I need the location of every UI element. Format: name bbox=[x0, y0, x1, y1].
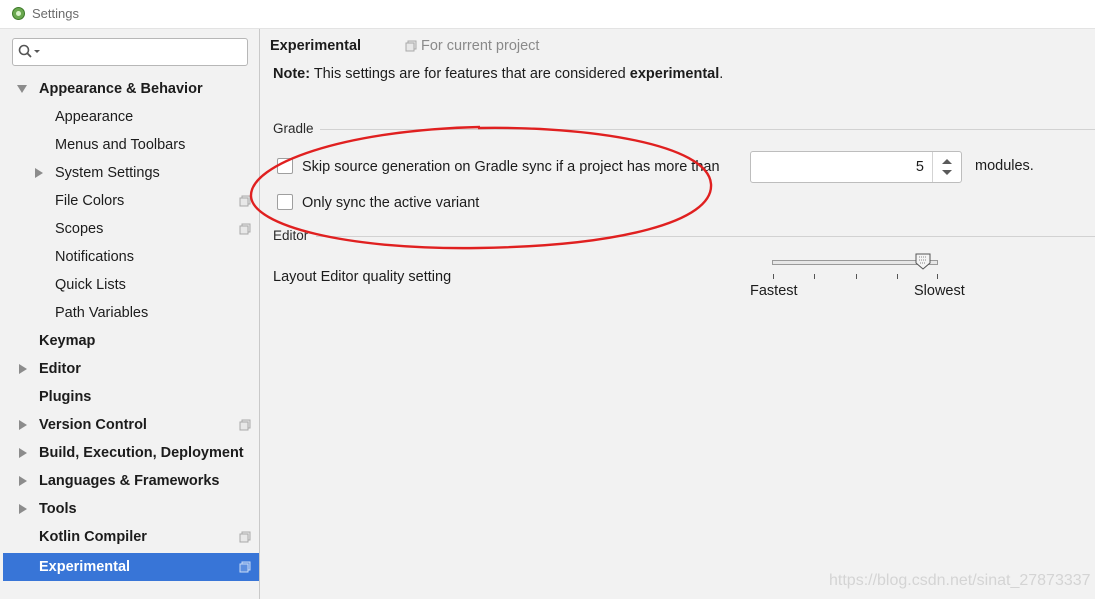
layout-editor-quality-label: Layout Editor quality setting bbox=[273, 269, 452, 285]
collapsed-arrow-icon bbox=[19, 420, 27, 430]
section-divider bbox=[320, 129, 1095, 130]
modules-count-stepper[interactable]: 5 bbox=[750, 151, 962, 183]
gradle-section-title: Gradle bbox=[273, 121, 314, 136]
note-body: This settings are for features that are … bbox=[310, 66, 630, 82]
modules-suffix-label: modules. bbox=[975, 158, 1034, 174]
modules-count-value: 5 bbox=[915, 159, 924, 175]
project-scope-icon bbox=[405, 40, 417, 52]
slider-max-label: Slowest bbox=[914, 283, 965, 299]
collapsed-arrow-icon bbox=[35, 168, 43, 178]
stepper-buttons[interactable] bbox=[932, 152, 961, 182]
sidebar-item-label: Appearance & Behavior bbox=[39, 81, 203, 97]
search-input[interactable] bbox=[12, 38, 248, 66]
sidebar-item-file-colors[interactable]: File Colors bbox=[3, 187, 259, 215]
slider-tick bbox=[937, 274, 938, 279]
only-sync-active-variant-checkbox[interactable] bbox=[277, 194, 293, 210]
slider-tick bbox=[856, 274, 857, 279]
sidebar-item-menus-toolbars[interactable]: Menus and Toolbars bbox=[3, 131, 259, 159]
page-title: Experimental bbox=[270, 38, 362, 54]
sidebar-item-scopes[interactable]: Scopes bbox=[3, 215, 259, 243]
sidebar-item-label: Appearance bbox=[55, 109, 134, 125]
note-suffix: . bbox=[719, 66, 724, 82]
sidebar-item-appearance[interactable]: Appearance bbox=[3, 103, 259, 131]
window-title: Settings bbox=[32, 6, 79, 21]
slider-min-label: Fastest bbox=[750, 283, 798, 299]
project-scope-icon bbox=[239, 561, 251, 573]
watermark: https://blog.csdn.net/sinat_27873337 bbox=[829, 572, 1091, 589]
sidebar-item-path-variables[interactable]: Path Variables bbox=[3, 299, 259, 327]
sidebar-item-build-execution-deployment[interactable]: Build, Execution, Deployment bbox=[3, 439, 259, 467]
sidebar-item-label: Scopes bbox=[55, 221, 104, 237]
project-scope-icon bbox=[239, 223, 251, 235]
only-sync-active-variant-label: Only sync the active variant bbox=[302, 195, 480, 211]
project-scope-icon bbox=[239, 195, 251, 207]
note-emphasis: experimental bbox=[629, 66, 720, 82]
sidebar-item-appearance-behavior[interactable]: Appearance & Behavior bbox=[3, 75, 259, 103]
settings-sidebar: Appearance & Behavior Appearance Menus a… bbox=[0, 29, 260, 599]
editor-section-title: Editor bbox=[273, 228, 309, 243]
sidebar-item-label: Languages & Frameworks bbox=[39, 473, 220, 489]
sidebar-item-label: Experimental bbox=[39, 559, 131, 575]
for-project-label: For current project bbox=[421, 38, 540, 54]
collapsed-arrow-icon bbox=[19, 364, 27, 374]
quality-slider-track[interactable] bbox=[772, 260, 938, 265]
sidebar-item-notifications[interactable]: Notifications bbox=[3, 243, 259, 271]
sidebar-item-experimental[interactable]: Experimental bbox=[3, 553, 259, 581]
note-prefix: Note: bbox=[273, 66, 311, 82]
collapsed-arrow-icon bbox=[19, 476, 27, 486]
sidebar-item-label: Path Variables bbox=[55, 305, 149, 321]
title-bar: Settings bbox=[0, 0, 1095, 29]
quality-slider-thumb[interactable] bbox=[915, 253, 931, 271]
sidebar-item-label: System Settings bbox=[55, 165, 160, 181]
search-icon bbox=[18, 44, 40, 58]
section-divider bbox=[316, 236, 1095, 237]
stepper-arrows-icon bbox=[942, 159, 952, 175]
sidebar-item-label: Version Control bbox=[39, 417, 147, 433]
sidebar-item-quick-lists[interactable]: Quick Lists bbox=[3, 271, 259, 299]
sidebar-item-keymap[interactable]: Keymap bbox=[3, 327, 259, 355]
sidebar-item-label: Plugins bbox=[39, 389, 92, 405]
settings-content: Experimental For current project Note: T… bbox=[260, 29, 1095, 599]
sidebar-item-label: Quick Lists bbox=[55, 277, 126, 293]
sidebar-item-label: Kotlin Compiler bbox=[39, 529, 147, 545]
sidebar-item-label: File Colors bbox=[55, 193, 125, 209]
sidebar-item-system-settings[interactable]: System Settings bbox=[3, 159, 259, 187]
sidebar-item-languages-frameworks[interactable]: Languages & Frameworks bbox=[3, 467, 259, 495]
sidebar-item-plugins[interactable]: Plugins bbox=[3, 383, 259, 411]
collapsed-arrow-icon bbox=[19, 504, 27, 514]
sidebar-item-kotlin-compiler[interactable]: Kotlin Compiler bbox=[3, 523, 259, 551]
sidebar-item-tools[interactable]: Tools bbox=[3, 495, 259, 523]
sidebar-item-label: Editor bbox=[39, 361, 81, 377]
project-scope-icon bbox=[239, 531, 251, 543]
sidebar-item-label: Notifications bbox=[55, 249, 134, 265]
skip-source-generation-checkbox[interactable] bbox=[277, 158, 293, 174]
slider-tick bbox=[814, 274, 815, 279]
android-studio-icon bbox=[12, 7, 25, 20]
sidebar-item-label: Keymap bbox=[39, 333, 96, 349]
sidebar-item-label: Tools bbox=[39, 501, 77, 517]
sidebar-item-label: Menus and Toolbars bbox=[55, 137, 186, 153]
expanded-arrow-icon bbox=[17, 85, 27, 93]
sidebar-item-version-control[interactable]: Version Control bbox=[3, 411, 259, 439]
project-scope-icon bbox=[239, 419, 251, 431]
slider-tick bbox=[897, 274, 898, 279]
collapsed-arrow-icon bbox=[19, 448, 27, 458]
sidebar-item-label: Build, Execution, Deployment bbox=[39, 445, 244, 461]
skip-source-generation-label: Skip source generation on Gradle sync if… bbox=[302, 159, 720, 175]
note-text: Note: This settings are for features tha… bbox=[273, 66, 723, 82]
slider-tick bbox=[773, 274, 774, 279]
sidebar-item-editor[interactable]: Editor bbox=[3, 355, 259, 383]
